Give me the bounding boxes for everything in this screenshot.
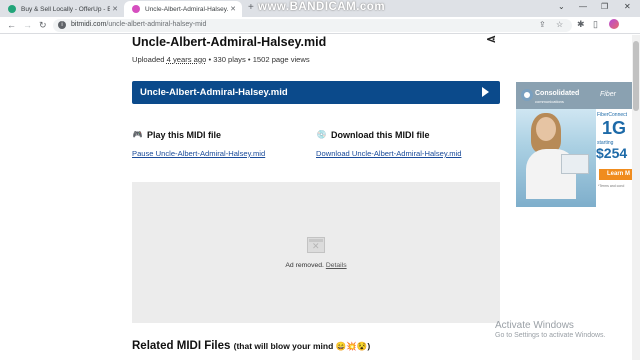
ad-details-link[interactable]: Details [326, 262, 347, 269]
ad-photo [516, 109, 596, 207]
url-text[interactable]: bitmidi.com/uncle-albert-admiral-halsey-… [71, 21, 206, 28]
bookmark-star-icon[interactable]: ☆ [556, 20, 563, 29]
share-page-icon[interactable]: ⇪ [539, 20, 546, 29]
recorder-watermark: www.BANDICAM.com [258, 1, 386, 13]
tab-search-icon[interactable]: ⌄ [558, 2, 565, 11]
tab-strip: Buy & Sell Locally - OfferUp - B... ✕ Un… [0, 0, 640, 17]
reload-button[interactable]: ↻ [39, 19, 47, 31]
pause-link[interactable]: Pause Uncle-Albert-Admiral-Halsey.mid [132, 149, 265, 158]
play-section-heading: 🎮 Play this MIDI file [132, 129, 222, 140]
close-tab-icon[interactable]: ✕ [110, 5, 120, 13]
tab-title: Uncle-Albert-Admiral-Halsey.mid [145, 5, 228, 13]
page-scrollbar[interactable] [632, 35, 640, 360]
ad-header: Consolidated communications Fiber [516, 82, 632, 109]
related-heading: Related MIDI Files (that will blow your … [132, 340, 371, 352]
extensions-icon[interactable]: ✱ [577, 19, 585, 30]
scrollbar-thumb[interactable] [633, 41, 639, 111]
disc-icon: 💿 [316, 130, 327, 139]
brand-logo-icon [521, 89, 533, 101]
midi-player[interactable]: Uncle-Albert-Admiral-Halsey.mid [132, 81, 500, 104]
download-link[interactable]: Download Uncle-Albert-Admiral-Halsey.mid [316, 149, 461, 158]
page-title: Uncle-Albert-Admiral-Halsey.mid [132, 35, 327, 49]
share-icon[interactable]: ⋖ [486, 35, 496, 46]
bitmidi-favicon-icon [132, 5, 140, 13]
broken-image-icon: ✕ [307, 237, 325, 253]
play-count: 330 plays [213, 55, 246, 64]
browser-toolbar: ← → ↻ i bitmidi.com/uncle-albert-admiral… [0, 17, 640, 34]
profile-avatar[interactable] [609, 19, 619, 29]
play-icon[interactable] [482, 87, 489, 97]
download-section-heading: 💿 Download this MIDI file [316, 129, 430, 140]
side-ad-banner[interactable]: Consolidated communications Fiber FiberCo… [516, 82, 632, 207]
tab-offerup[interactable]: Buy & Sell Locally - OfferUp - B... ✕ [0, 1, 124, 17]
close-window-button[interactable]: ✕ [624, 2, 631, 11]
forward-button[interactable]: → [23, 19, 32, 31]
file-meta: Uploaded 4 years ago • 330 plays • 1502 … [132, 55, 310, 64]
address-bar[interactable]: i bitmidi.com/uncle-albert-admiral-halse… [53, 19, 572, 32]
site-info-icon[interactable]: i [58, 21, 66, 29]
ad-removed-text: Ad removed. Details [285, 262, 347, 269]
new-tab-button[interactable]: + [248, 3, 254, 13]
restore-button[interactable]: ❐ [601, 2, 608, 11]
page-content: Uncle-Albert-Admiral-Halsey.mid ⋖ Upload… [0, 35, 640, 360]
activate-windows-watermark: Activate Windows Go to Settings to activ… [495, 320, 606, 339]
ad-offer-panel: FiberConnect 1G starting $254 Learn M *T… [596, 109, 632, 207]
ad-speed: 1G [602, 118, 627, 138]
ad-price: $254 [596, 145, 628, 161]
player-label: Uncle-Albert-Admiral-Halsey.mid [140, 87, 288, 98]
tab-title: Buy & Sell Locally - OfferUp - B... [21, 5, 110, 13]
ad-placeholder: ✕ Ad removed. Details [132, 182, 500, 323]
ad-learn-more-button[interactable]: Learn M [599, 169, 632, 180]
view-count: 1502 page views [252, 55, 310, 64]
gamepad-icon: 🎮 [132, 130, 143, 139]
back-button[interactable]: ← [7, 19, 16, 31]
tab-bitmidi[interactable]: Uncle-Albert-Admiral-Halsey.mid ✕ [124, 1, 242, 17]
side-panel-icon[interactable]: ▯ [593, 19, 598, 30]
ad-brand: Consolidated communications [535, 90, 580, 104]
close-tab-icon[interactable]: ✕ [228, 5, 238, 13]
ad-fiber-label: Fiber [600, 91, 616, 98]
upload-date: 4 years ago [166, 55, 207, 64]
minimize-button[interactable]: — [579, 2, 587, 11]
offerup-favicon-icon [8, 5, 16, 13]
